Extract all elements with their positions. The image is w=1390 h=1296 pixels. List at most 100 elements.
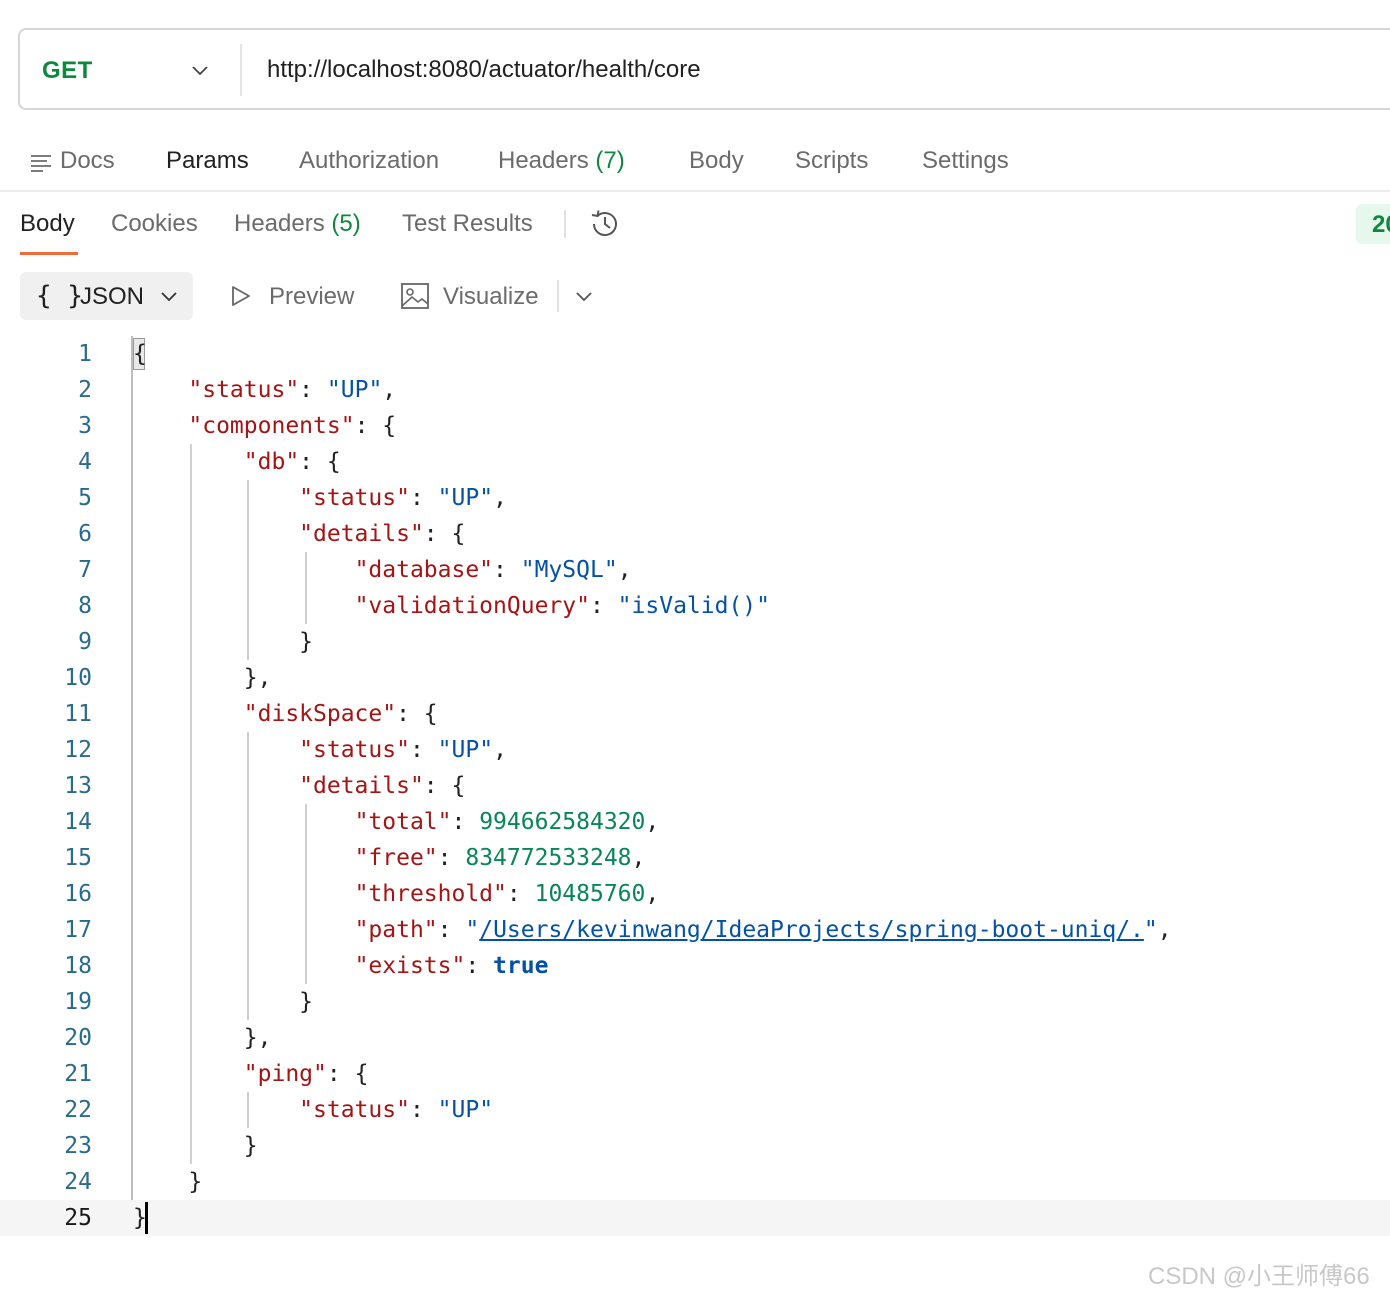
tab-body[interactable]: Body	[689, 147, 744, 175]
code-line: 6 "details": {	[0, 516, 1390, 552]
line-number: 25	[64, 1205, 92, 1231]
tab-headers[interactable]: Headers (7)	[498, 147, 625, 175]
watermark: CSDN @小王师傅66	[1148, 1263, 1370, 1290]
line-number: 20	[64, 1025, 92, 1051]
line-number: 19	[64, 989, 92, 1015]
preview-button[interactable]: Preview	[269, 283, 354, 311]
tab-docs[interactable]: Docs	[60, 147, 115, 175]
visualize-button[interactable]: Visualize	[443, 283, 539, 311]
status-badge: 20	[1356, 204, 1390, 244]
code-line: 20 },	[0, 1020, 1390, 1056]
response-tab-body[interactable]: Body	[20, 210, 75, 238]
code-line: 24 }	[0, 1164, 1390, 1200]
json-value: 994662584320	[479, 809, 646, 835]
line-number: 14	[64, 809, 92, 835]
text-cursor	[145, 1202, 148, 1234]
code-line-current: 25}	[0, 1200, 1390, 1236]
json-value: isValid()	[631, 593, 757, 619]
code-line: 4 "db": {	[0, 444, 1390, 480]
line-number: 12	[64, 737, 92, 763]
http-method-select[interactable]: GET	[42, 57, 93, 85]
tab-headers-count: (7)	[595, 147, 625, 174]
docs-icon[interactable]	[30, 152, 52, 174]
code-line: 10 },	[0, 660, 1390, 696]
tab-scripts[interactable]: Scripts	[795, 147, 868, 175]
code-line: 1{	[0, 336, 1390, 372]
line-number: 11	[64, 701, 92, 727]
code-line: 16 "threshold": 10485760,	[0, 876, 1390, 912]
line-number: 18	[64, 953, 92, 979]
line-number: 6	[78, 521, 92, 547]
history-icon[interactable]	[588, 207, 622, 241]
json-value: 10485760	[534, 881, 646, 907]
status-code: 20	[1372, 211, 1390, 238]
code-line: 23 }	[0, 1128, 1390, 1164]
json-value: UP	[451, 485, 480, 511]
code-line: 3 "components": {	[0, 408, 1390, 444]
response-body-editor[interactable]: 1{ 2 "status": "UP", 3 "components": { 4…	[0, 336, 1390, 1236]
code-line: 19 }	[0, 984, 1390, 1020]
tab-params[interactable]: Params	[166, 147, 249, 175]
play-icon	[232, 286, 250, 306]
json-braces-icon: { }	[36, 281, 83, 311]
code-line: 17 "path": "/Users/kevinwang/IdeaProject…	[0, 912, 1390, 948]
json-value: MySQL	[534, 557, 604, 583]
tab-authorization[interactable]: Authorization	[299, 147, 439, 175]
line-number: 10	[64, 665, 92, 691]
chevron-down-icon[interactable]	[188, 58, 212, 82]
code-line: 12 "status": "UP",	[0, 732, 1390, 768]
response-tab-headers-count: (5)	[331, 210, 361, 237]
code-line: 22 "status": "UP"	[0, 1092, 1390, 1128]
json-value: UP	[451, 737, 480, 763]
line-number: 4	[78, 449, 92, 475]
line-number: 15	[64, 845, 92, 871]
tab-settings[interactable]: Settings	[922, 147, 1009, 175]
code-line: 11 "diskSpace": {	[0, 696, 1390, 732]
code-line: 2 "status": "UP",	[0, 372, 1390, 408]
json-value: UP	[451, 1097, 480, 1123]
code-line: 8 "validationQuery": "isValid()"	[0, 588, 1390, 624]
json-value: UP	[340, 377, 369, 403]
json-link-value[interactable]: /Users/kevinwang/IdeaProjects/spring-boo…	[479, 917, 1144, 943]
line-number: 7	[78, 557, 92, 583]
line-number: 9	[78, 629, 92, 655]
code-line: 9 }	[0, 624, 1390, 660]
code-line: 18 "exists": true	[0, 948, 1390, 984]
tab-separator	[564, 210, 566, 238]
active-tab-indicator	[20, 252, 78, 255]
line-number: 2	[78, 377, 92, 403]
line-number: 17	[64, 917, 92, 943]
code-line: 7 "database": "MySQL",	[0, 552, 1390, 588]
request-tabs: Docs Params Authorization Headers (7) Bo…	[0, 140, 1390, 190]
chevron-down-icon	[161, 292, 177, 302]
line-number: 13	[64, 773, 92, 799]
code-line: 13 "details": {	[0, 768, 1390, 804]
response-tab-headers[interactable]: Headers (5)	[234, 210, 361, 238]
code-line: 15 "free": 834772533248,	[0, 840, 1390, 876]
response-tab-headers-label: Headers	[234, 210, 325, 237]
format-label: JSON	[80, 283, 145, 310]
response-tab-cookies[interactable]: Cookies	[111, 210, 198, 238]
line-number: 16	[64, 881, 92, 907]
response-tab-test-results[interactable]: Test Results	[402, 210, 533, 238]
line-number: 5	[78, 485, 92, 511]
json-value: true	[493, 953, 549, 979]
line-number: 8	[78, 593, 92, 619]
tab-headers-label: Headers	[498, 147, 589, 174]
url-input[interactable]: http://localhost:8080/actuator/health/co…	[267, 56, 701, 84]
format-select-button[interactable]: { } JSON	[20, 272, 193, 320]
request-url-bar: GET http://localhost:8080/actuator/healt…	[18, 28, 1390, 110]
image-icon	[401, 283, 429, 309]
code-line: 14 "total": 994662584320,	[0, 804, 1390, 840]
line-number: 23	[64, 1133, 92, 1159]
url-divider	[240, 44, 242, 96]
code-line: 21 "ping": {	[0, 1056, 1390, 1092]
code-line: 5 "status": "UP",	[0, 480, 1390, 516]
line-number: 22	[64, 1097, 92, 1123]
json-value: 834772533248	[465, 845, 632, 871]
line-number: 1	[78, 341, 92, 367]
line-number: 3	[78, 413, 92, 439]
line-number: 21	[64, 1061, 92, 1087]
chevron-down-icon[interactable]	[573, 285, 595, 307]
visualize-separator	[557, 280, 559, 312]
